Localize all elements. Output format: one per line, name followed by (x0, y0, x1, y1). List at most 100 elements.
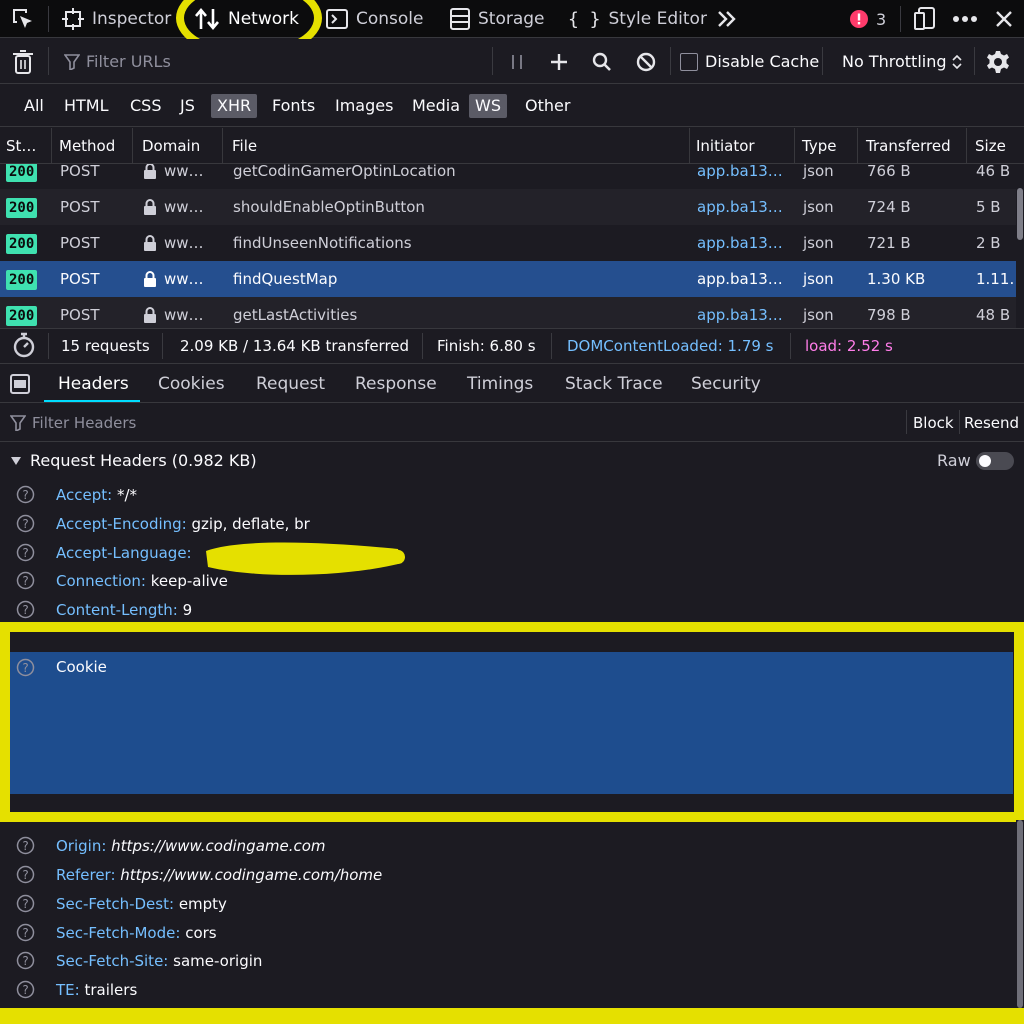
type-filter-all[interactable]: All (18, 94, 50, 118)
search-button[interactable] (592, 39, 612, 84)
double-chevron-icon (718, 11, 736, 27)
element-picker-button[interactable] (10, 0, 36, 38)
performance-button[interactable] (12, 332, 36, 366)
help-icon[interactable]: ? (16, 894, 35, 913)
storage-icon (450, 8, 470, 30)
tab-inspector[interactable]: Inspector (62, 0, 171, 38)
help-icon[interactable]: ? (16, 485, 35, 504)
add-request-button[interactable] (550, 39, 568, 84)
help-icon[interactable]: ? (16, 543, 35, 562)
svg-text:?: ? (22, 897, 28, 911)
column-size[interactable]: Size (969, 128, 1024, 164)
raw-toggle[interactable] (976, 452, 1014, 470)
table-row[interactable]: 200 POST ww… getCodinGamerOptinLocation … (0, 164, 1016, 189)
request-headers-toggle[interactable]: Request Headers (0.982 KB) (10, 444, 257, 478)
requests-scrollbar[interactable] (1016, 164, 1024, 328)
type-filter-html[interactable]: HTML (58, 94, 115, 118)
headers-scrollbar[interactable] (1016, 820, 1024, 1008)
disable-cache-toggle[interactable]: Disable Cache (680, 39, 819, 84)
pause-button[interactable] (510, 39, 524, 84)
help-icon[interactable]: ? (16, 923, 35, 942)
tab-network[interactable]: Network (194, 0, 299, 38)
annotation-bottom-bar (0, 1008, 1024, 1024)
filter-urls-input[interactable]: Filter URLs (64, 39, 171, 84)
request-initiator[interactable]: app.ba13… (691, 164, 783, 189)
help-icon[interactable]: ? (16, 865, 35, 884)
tab-stack-trace[interactable]: Stack Trace (565, 365, 663, 403)
header-value: https://www.codingame.com/home (120, 865, 383, 884)
tab-console[interactable]: Console (326, 0, 424, 38)
lock-icon (144, 271, 156, 287)
help-icon[interactable]: ? (16, 951, 35, 970)
svg-text:?: ? (22, 954, 28, 968)
type-filter-media[interactable]: Media (406, 94, 466, 118)
tab-cookies[interactable]: Cookies (158, 365, 225, 403)
summary-divider (551, 333, 552, 359)
tab-security[interactable]: Security (691, 365, 761, 403)
type-filter-js[interactable]: JS (174, 94, 201, 118)
menu-button[interactable] (952, 0, 978, 38)
filter-headers-input[interactable]: Filter Headers (10, 406, 136, 440)
request-file: findUnseenNotifications (233, 234, 412, 252)
error-counter[interactable]: 3 (850, 0, 886, 38)
toolbar-divider (48, 6, 49, 32)
type-filter-css[interactable]: CSS (124, 94, 167, 118)
tab-request[interactable]: Request (256, 365, 325, 403)
tab-console-label: Console (356, 9, 424, 29)
tab-network-label: Network (228, 9, 299, 29)
clear-button[interactable] (12, 39, 34, 84)
resend-button[interactable]: Resend (964, 406, 1019, 440)
header-name: Origin: https://www.codingame.com (56, 836, 326, 855)
column-type[interactable]: Type (796, 128, 858, 164)
type-filter-images[interactable]: Images (329, 94, 399, 118)
tab-timings[interactable]: Timings (467, 365, 533, 403)
element-picker-icon (13, 9, 32, 28)
header-row: ? Sec-Fetch-Site: same-origin (0, 946, 1016, 975)
dom-content-loaded-time: DOMContentLoaded: 1.79 s (567, 337, 774, 355)
request-initiator[interactable]: app.ba13… (691, 297, 783, 328)
help-icon[interactable]: ? (16, 980, 35, 999)
request-initiator[interactable]: app.ba13… (691, 189, 783, 225)
disable-cache-checkbox[interactable] (680, 52, 698, 71)
lock-icon (144, 164, 156, 179)
scrollbar-thumb[interactable] (1017, 188, 1023, 240)
request-initiator[interactable]: app.ba13… (691, 225, 783, 261)
column-status[interactable]: St… (0, 128, 52, 164)
help-icon[interactable]: ? (16, 514, 35, 533)
table-row-selected[interactable]: 200 POST ww… findQuestMap app.ba13… json… (0, 261, 1024, 297)
help-icon[interactable]: ? (16, 658, 35, 677)
close-button[interactable] (994, 0, 1014, 38)
dock-icon (914, 7, 935, 30)
tab-response[interactable]: Response (355, 365, 437, 403)
tab-headers[interactable]: Headers (58, 365, 129, 403)
table-row[interactable]: 200 POST ww… shouldEnableOptinButton app… (0, 189, 1016, 225)
block-button[interactable]: Block (913, 406, 954, 440)
type-filter-ws[interactable]: WS (469, 94, 507, 118)
column-initiator[interactable]: Initiator (690, 128, 795, 164)
help-icon[interactable]: ? (16, 836, 35, 855)
block-requests-button[interactable] (636, 39, 656, 84)
column-domain[interactable]: Domain (136, 128, 223, 164)
type-filter-xhr[interactable]: XHR (211, 94, 258, 118)
tab-style-editor[interactable]: { } Style Editor (568, 0, 707, 38)
filter-divider (822, 47, 823, 75)
dock-button[interactable] (914, 0, 936, 38)
settings-button[interactable] (986, 39, 1010, 84)
toggle-sidebar-button[interactable] (10, 365, 30, 403)
table-row[interactable]: 200 POST ww… findUnseenNotifications app… (0, 225, 1016, 261)
column-transferred[interactable]: Transferred (860, 128, 967, 164)
column-method[interactable]: Method (53, 128, 133, 164)
help-icon[interactable]: ? (16, 571, 35, 590)
request-initiator[interactable]: app.ba13… (691, 261, 783, 297)
funnel-icon (64, 53, 80, 70)
column-file[interactable]: File (226, 128, 690, 164)
table-row[interactable]: 200 POST ww… getLastActivities app.ba13…… (0, 297, 1016, 328)
help-icon[interactable]: ? (16, 600, 35, 619)
type-filter-other[interactable]: Other (519, 94, 576, 118)
throttling-select[interactable]: No Throttling (842, 39, 962, 84)
tab-storage[interactable]: Storage (450, 0, 545, 38)
more-tools-button[interactable] (716, 0, 738, 38)
stopwatch-icon (13, 332, 35, 358)
scrollbar-thumb[interactable] (1017, 820, 1023, 1008)
type-filter-fonts[interactable]: Fonts (266, 94, 321, 118)
